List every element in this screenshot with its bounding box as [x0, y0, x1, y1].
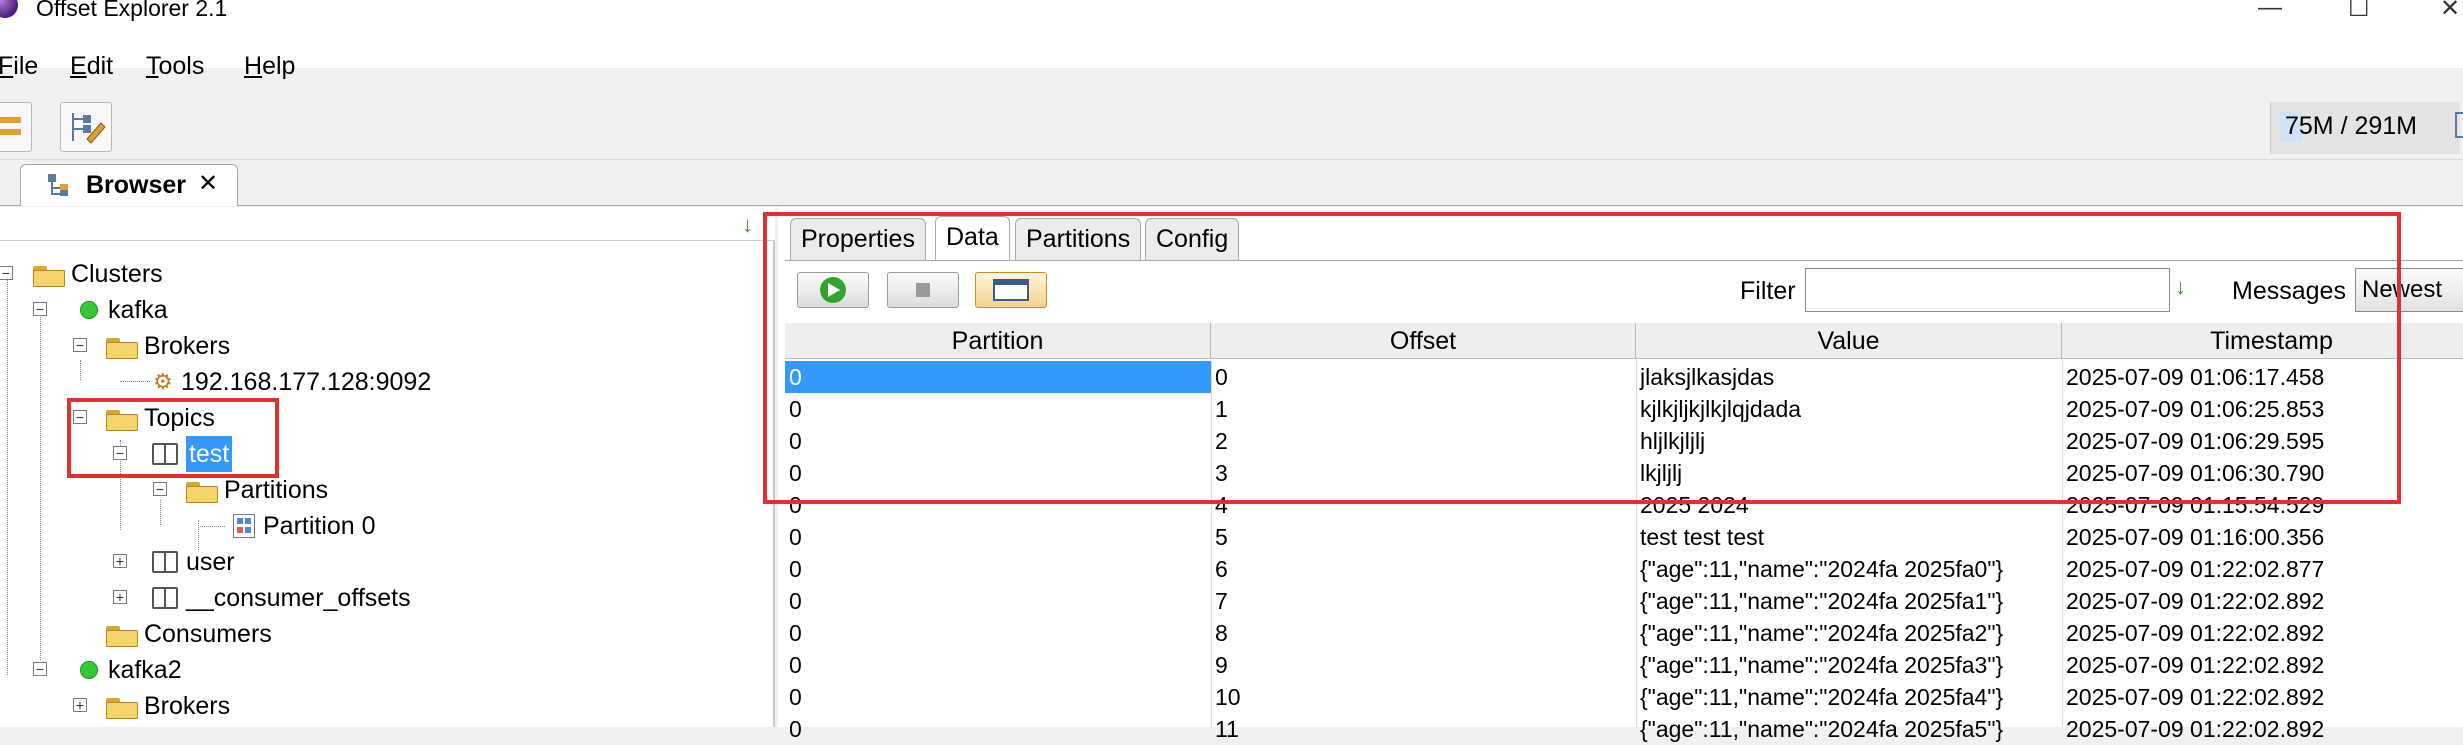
collapse-icon[interactable]: −: [33, 662, 47, 676]
collapse-icon[interactable]: −: [33, 302, 47, 316]
folder-icon: [105, 335, 138, 360]
refresh-arrow-icon[interactable]: ↓: [742, 212, 753, 238]
browser-tree-icon: [48, 174, 68, 196]
table-cell-partition: 0: [789, 620, 802, 646]
tree-line: [40, 310, 41, 660]
toolbar: [0, 98, 2463, 160]
expand-icon[interactable]: +: [73, 698, 87, 712]
table-cell-timestamp: 2025-07-09 01:22:02.877: [2066, 556, 2325, 582]
table-cell-timestamp: 2025-07-09 01:22:02.892: [2066, 684, 2325, 710]
tree-line: [120, 381, 150, 382]
table-cell-timestamp: 2025-07-09 01:16:00.356: [2066, 524, 2325, 550]
tree-node-broker[interactable]: ⚙ 192.168.177.128:9092: [153, 363, 431, 399]
menu-bar: [0, 28, 2463, 68]
cluster-connected-icon: [79, 661, 98, 680]
tree-node-consumer-offsets[interactable]: + __consumer_offsets: [113, 579, 411, 615]
tree-line: [200, 526, 225, 527]
tree-node-clusters[interactable]: − Clusters: [0, 255, 163, 291]
annotation-highlight-box: [763, 212, 2401, 504]
minimize-icon[interactable]: —: [2258, 0, 2282, 22]
table-cell-offset: 11: [1215, 716, 1239, 742]
table-cell-partition: 0: [789, 716, 802, 742]
folder-icon: [185, 479, 218, 504]
table-cell-offset: 5: [1215, 524, 1228, 550]
table-cell-partition: 0: [789, 684, 802, 710]
edit-properties-icon: [72, 113, 106, 144]
menu-tools[interactable]: Tools: [146, 52, 204, 81]
table-cell-offset: 8: [1215, 620, 1228, 646]
connect-button[interactable]: [0, 102, 32, 152]
tab-browser-label: Browser: [86, 171, 187, 199]
broker-gear-icon: ⚙: [153, 369, 173, 395]
table-row[interactable]: 0 11 {"age":11,"name":"2024fa 2025fa5"} 202…: [785, 713, 2463, 745]
table-cell-timestamp: 2025-07-09 01:22:02.892: [2066, 716, 2325, 742]
cluster-connected-icon: [79, 301, 98, 320]
table-cell-timestamp: 2025-07-09 01:22:02.892: [2066, 620, 2325, 646]
tree-node-brokers[interactable]: − Brokers: [73, 327, 230, 363]
table-cell-offset: 6: [1215, 556, 1228, 582]
table-row[interactable]: 0 7 {"age":11,"name":"2024fa 2025fa1"} 2025…: [785, 585, 2463, 617]
folder-icon: [105, 695, 138, 720]
partition-icon: [233, 514, 255, 539]
table-cell-value: test test test: [1640, 524, 1764, 550]
table-cell-value: {"age":11,"name":"2024fa 2025fa2"}: [1640, 620, 2004, 646]
maximize-icon[interactable]: ☐: [2348, 0, 2370, 23]
tree-header: [0, 207, 775, 241]
tree-node-brokers-2[interactable]: + Brokers: [73, 687, 230, 723]
menu-edit[interactable]: Edit: [70, 52, 113, 81]
annotation-highlight-box: [67, 398, 279, 478]
table-row[interactable]: 0 5 test test test 2025-07-09 01:16:00.356: [785, 521, 2463, 553]
folder-icon: [32, 263, 65, 288]
folder-icon: [105, 623, 138, 648]
trash-icon[interactable]: [2455, 112, 2463, 138]
menu-file[interactable]: File: [0, 52, 38, 81]
edit-properties-button[interactable]: [60, 102, 112, 152]
title-bar: [0, 0, 2463, 28]
tree-node-partition-0[interactable]: Partition 0: [233, 507, 376, 543]
collapse-icon[interactable]: −: [0, 266, 13, 280]
tab-close-icon[interactable]: ✕: [198, 169, 218, 198]
window-title: Offset Explorer 2.1: [36, 0, 228, 21]
table-row[interactable]: 0 8 {"age":11,"name":"2024fa 2025fa2"} 2025…: [785, 617, 2463, 649]
tree-node-kafka2[interactable]: − kafka2: [33, 651, 182, 687]
table-cell-offset: 9: [1215, 652, 1228, 678]
table-cell-value: {"age":11,"name":"2024fa 2025fa1"}: [1640, 588, 2004, 614]
table-cell-timestamp: 2025-07-09 01:22:02.892: [2066, 652, 2325, 678]
table-cell-partition: 0: [789, 588, 802, 614]
topic-icon: [151, 587, 178, 610]
table-cell-partition: 0: [789, 556, 802, 582]
close-icon[interactable]: ✕: [2440, 0, 2460, 23]
table-row[interactable]: 0 10 {"age":11,"name":"2024fa 2025fa4"} 202…: [785, 681, 2463, 713]
tree-line: [7, 275, 8, 675]
tree-node-consumers[interactable]: Consumers: [73, 615, 272, 651]
table-cell-value: {"age":11,"name":"2024fa 2025fa0"}: [1640, 556, 2004, 582]
collapse-icon[interactable]: −: [73, 338, 87, 352]
expand-icon[interactable]: +: [113, 554, 127, 568]
table-row[interactable]: 0 6 {"age":11,"name":"2024fa 2025fa0"} 2025…: [785, 553, 2463, 585]
table-row[interactable]: 0 9 {"age":11,"name":"2024fa 2025fa3"} 2025…: [785, 649, 2463, 681]
table-cell-value: {"age":11,"name":"2024fa 2025fa4"}: [1640, 684, 2004, 710]
table-cell-value: {"age":11,"name":"2024fa 2025fa5"}: [1640, 716, 2004, 742]
topic-icon: [151, 551, 178, 574]
tree-node-kafka[interactable]: − kafka: [33, 291, 168, 327]
table-cell-partition: 0: [789, 524, 802, 550]
collapse-icon[interactable]: −: [153, 482, 167, 496]
table-cell-value: {"age":11,"name":"2024fa 2025fa3"}: [1640, 652, 2004, 678]
table-cell-offset: 10: [1215, 684, 1241, 710]
expand-icon[interactable]: +: [113, 590, 127, 604]
memory-usage-text: 75M / 291M: [2285, 112, 2418, 140]
table-cell-timestamp: 2025-07-09 01:22:02.892: [2066, 588, 2325, 614]
tree-node-topic-user[interactable]: + user: [113, 543, 235, 579]
menu-help[interactable]: Help: [244, 52, 295, 81]
view-tab-strip: [0, 160, 2463, 206]
table-cell-offset: 7: [1215, 588, 1228, 614]
connect-icon: [0, 117, 21, 135]
table-cell-partition: 0: [789, 652, 802, 678]
